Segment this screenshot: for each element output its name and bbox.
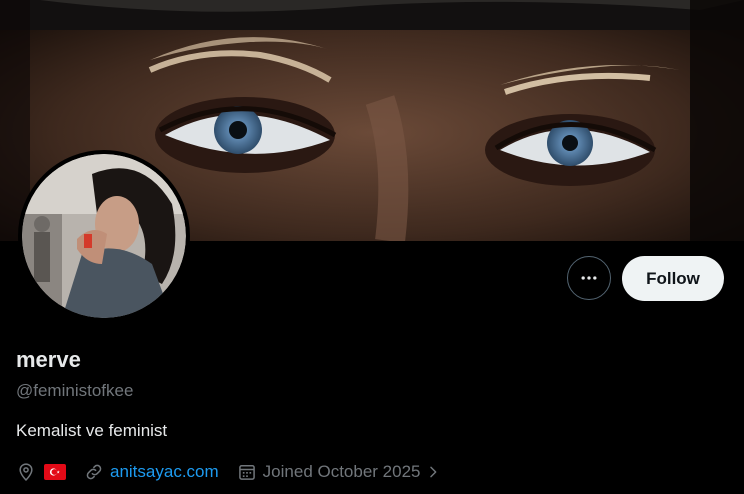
user-handle: @feministofkee [16,381,134,400]
more-horizontal-icon [581,276,597,280]
more-options-button[interactable] [567,256,611,300]
chevron-right-icon[interactable] [425,464,441,480]
turkey-flag-icon [44,464,66,480]
joined-item: Joined October 2025 [237,462,441,482]
calendar-icon [238,465,255,480]
location-pin-icon [19,463,33,481]
location-item [16,462,66,482]
website-item: anitsayac.com [84,462,219,482]
joined-date: Joined October 2025 [262,462,421,481]
website-link[interactable]: anitsayac.com [110,462,219,482]
profile-meta: anitsayac.com Joined October 2025 [16,460,441,484]
link-icon [86,464,102,480]
follow-button[interactable]: Follow [622,256,724,301]
avatar[interactable] [18,150,190,322]
display-name: merve [16,347,81,372]
avatar-image [22,154,186,318]
bio-text: Kemalist ve feminist [16,421,168,440]
